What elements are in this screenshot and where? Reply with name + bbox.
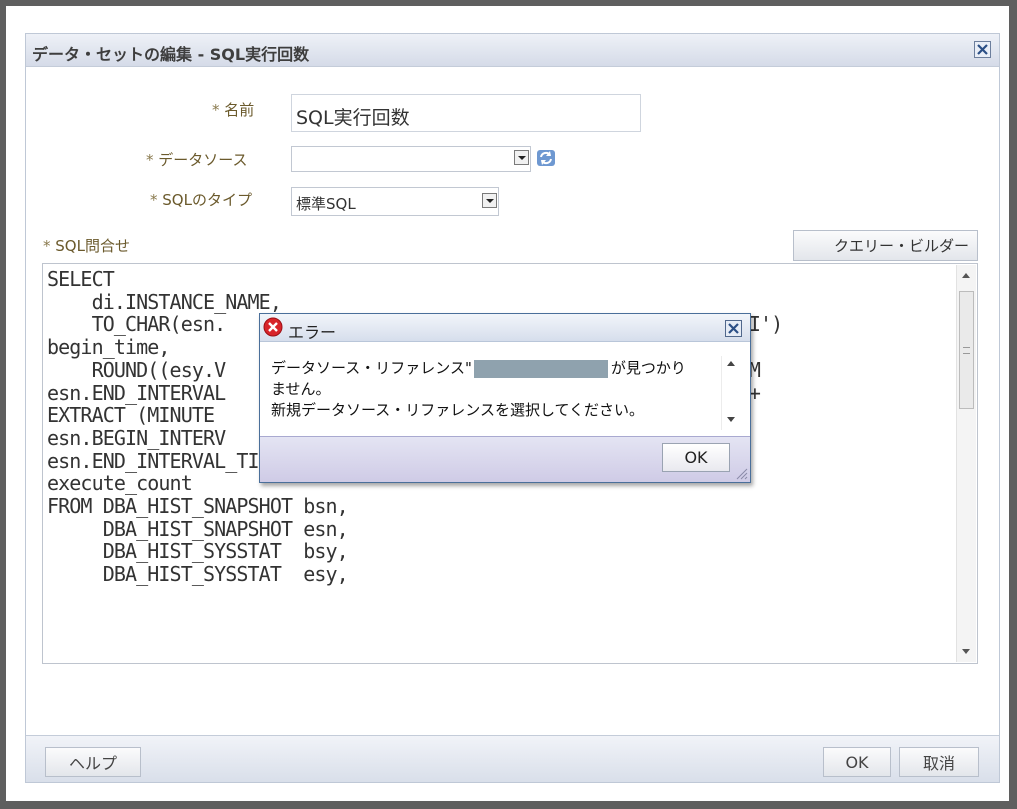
close-icon: [977, 44, 988, 55]
ok-button[interactable]: OK: [823, 747, 891, 777]
error-message-line3: 新規データソース・リファレンスを選択してください。: [271, 401, 645, 419]
scroll-up-icon[interactable]: [727, 361, 735, 366]
sql-query-label-row: * SQL問合せ: [43, 235, 130, 256]
error-scrollbar[interactable]: [721, 356, 740, 430]
name-input[interactable]: SQL実行回数: [291, 94, 641, 132]
error-title: エラー: [288, 323, 337, 342]
sqltype-select[interactable]: 標準SQL: [291, 187, 499, 216]
error-dialog: エラー データソース・リファレンス" が見つかり ません。 新規データソース・リフ…: [259, 313, 751, 483]
error-close-button[interactable]: [725, 320, 742, 337]
required-mark: *: [43, 237, 51, 255]
error-titlebar: エラー: [260, 314, 750, 342]
sqltype-label: SQLのタイプ: [162, 191, 252, 209]
error-message-line2: ません。: [271, 380, 331, 398]
help-button[interactable]: ヘルプ: [45, 747, 141, 777]
datasource-label-row: * データソース: [146, 149, 248, 170]
error-message: データソース・リファレンス" が見つかり ません。 新規データソース・リファレンス…: [271, 358, 721, 421]
scrollbar-thumb[interactable]: [959, 291, 974, 409]
dialog-titlebar: データ・セットの編集 - SQL実行回数: [26, 34, 999, 67]
name-label-row: * 名前: [212, 99, 254, 120]
sqltype-label-row: * SQLのタイプ: [150, 189, 252, 210]
dialog-close-button[interactable]: [974, 41, 991, 58]
required-mark: *: [150, 191, 158, 209]
resize-grip-icon[interactable]: [734, 466, 748, 480]
scroll-down-icon[interactable]: [962, 649, 970, 654]
error-ok-button[interactable]: OK: [662, 443, 730, 472]
scroll-down-icon[interactable]: [727, 417, 735, 422]
close-icon: [728, 323, 739, 334]
required-mark: *: [212, 101, 220, 119]
refresh-icon[interactable]: [535, 147, 557, 169]
redacted-reference: [473, 359, 608, 378]
error-icon: [263, 317, 283, 337]
scroll-up-icon[interactable]: [962, 273, 970, 278]
sqltype-value: 標準SQL: [296, 195, 356, 213]
chevron-down-icon[interactable]: [514, 150, 529, 165]
datasource-select[interactable]: [291, 146, 531, 172]
datasource-label: データソース: [158, 151, 248, 169]
error-footer: OK: [260, 436, 750, 482]
sql-scrollbar[interactable]: [956, 265, 976, 662]
error-message-part1: データソース・リファレンス": [271, 359, 472, 377]
dialog-footer: ヘルプ OK 取消: [26, 735, 999, 782]
dialog-title: データ・セットの編集 - SQL実行回数: [32, 45, 310, 64]
query-builder-button[interactable]: クエリー・ビルダー: [793, 230, 978, 261]
chevron-down-icon[interactable]: [482, 193, 497, 208]
error-message-part2: が見つかり: [610, 359, 686, 377]
sql-query-label: SQL問合せ: [55, 237, 130, 255]
error-body: データソース・リファレンス" が見つかり ません。 新規データソース・リファレンス…: [260, 342, 750, 436]
name-label: 名前: [224, 101, 255, 119]
cancel-button[interactable]: 取消: [899, 747, 979, 777]
required-mark: *: [146, 151, 154, 169]
